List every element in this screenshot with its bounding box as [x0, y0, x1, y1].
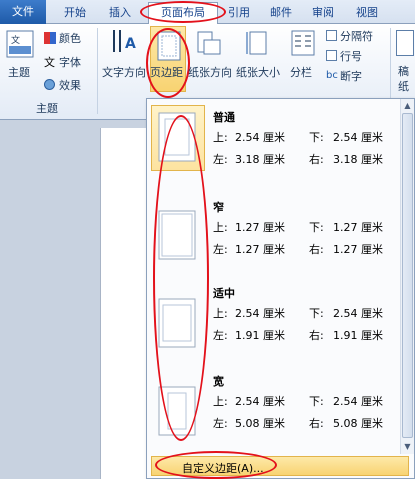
scroll-thumb[interactable] [402, 113, 413, 438]
margin-row-left-right: 左: 1.27 厘米 右: 1.27 厘米 [213, 243, 383, 256]
tab-view[interactable]: 视图 [350, 3, 384, 22]
line-numbers-icon [326, 50, 337, 61]
hyphenation-icon: bc [326, 70, 338, 81]
columns-label: 分栏 [290, 66, 312, 79]
margin-row-top-bottom: 上: 1.27 厘米 下: 1.27 厘米 [213, 221, 383, 234]
effects-icon [44, 79, 55, 90]
annotation-ellipse [155, 451, 277, 479]
margin-row-top-bottom: 上: 2.54 厘米 下: 2.54 厘米 [213, 131, 383, 144]
effects-label: 效果 [59, 79, 81, 92]
margin-row-left-right: 左: 5.08 厘米 右: 5.08 厘米 [213, 417, 383, 430]
ribbon-tab-bar: 文件 开始 插入 页面布局 引用 邮件 审阅 视图 [0, 0, 415, 24]
breaks-label: 分隔符 [340, 30, 373, 43]
svg-text:文: 文 [11, 34, 20, 46]
colors-label: 颜色 [59, 32, 81, 45]
tab-mailings[interactable]: 邮件 [264, 3, 298, 22]
preset-name: 适中 [213, 287, 235, 300]
scroll-down-icon[interactable]: ▼ [403, 442, 412, 452]
tab-home[interactable]: 开始 [58, 3, 92, 22]
margin-row-top-bottom: 上: 2.54 厘米 下: 2.54 厘米 [213, 307, 383, 320]
tab-file[interactable]: 文件 [0, 0, 46, 24]
text-direction-icon: A [113, 30, 136, 52]
preset-name: 窄 [213, 201, 224, 214]
scroll-up-icon[interactable]: ▲ [403, 101, 412, 111]
themes-group-label: 主题 [36, 102, 58, 115]
themes-label: 主题 [8, 66, 30, 79]
tab-review[interactable]: 审阅 [306, 3, 340, 22]
preset-name: 宽 [213, 375, 224, 388]
dropdown-scrollbar[interactable]: ▲ ▼ [400, 99, 414, 454]
svg-text:A: A [125, 36, 136, 52]
annotation-ellipse [146, 28, 190, 98]
breaks-icon [326, 30, 337, 41]
text-direction-label: 文字方向 [102, 66, 146, 79]
hyphenation-label: 断字 [340, 70, 362, 83]
colors-icon [44, 32, 56, 44]
fonts-label: 字体 [59, 56, 81, 69]
margins-dropdown: 普通 上: 2.54 厘米 下: 2.54 厘米 左: 3.18 厘米 右: 3.18 厘米… [146, 98, 415, 479]
orientation-label: 纸张方向 [188, 66, 232, 79]
orientation-icon [197, 31, 221, 55]
line-numbers-label: 行号 [340, 50, 362, 63]
themes-icon: 文 [6, 30, 34, 58]
annotation-ellipse [140, 1, 226, 23]
size-label: 纸张大小 [236, 66, 280, 79]
draft-paper-icon [396, 30, 414, 56]
fonts-icon: 文 [44, 56, 55, 69]
preset-name: 普通 [213, 111, 235, 124]
tab-references[interactable]: 引用 [222, 3, 256, 22]
size-icon [246, 31, 267, 55]
divider [97, 28, 98, 114]
margin-row-top-bottom: 上: 2.54 厘米 下: 2.54 厘米 [213, 395, 383, 408]
draft-paper-label: 稿纸设置 [398, 65, 409, 96]
margin-row-left-right: 左: 3.18 厘米 右: 3.18 厘米 [213, 153, 383, 166]
margin-row-left-right: 左: 1.91 厘米 右: 1.91 厘米 [213, 329, 383, 342]
columns-icon [291, 30, 315, 56]
annotation-ellipse [153, 115, 209, 441]
tab-insert[interactable]: 插入 [98, 3, 142, 22]
